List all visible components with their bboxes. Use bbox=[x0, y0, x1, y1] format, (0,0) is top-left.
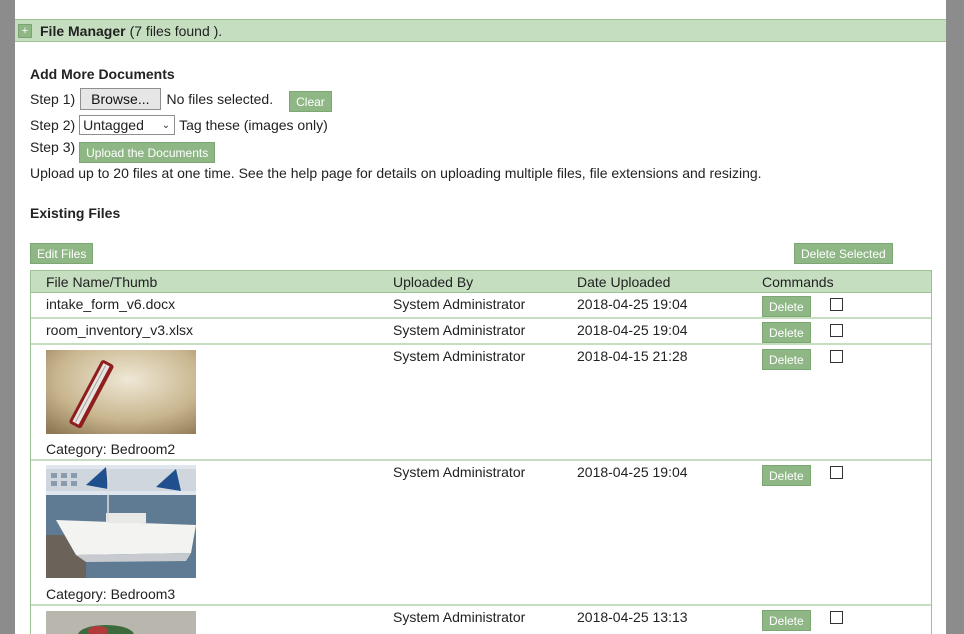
page: + File Manager (7 files found ). Add Mor… bbox=[15, 0, 946, 634]
thumbnail[interactable] bbox=[46, 611, 196, 634]
clear-button[interactable]: Clear bbox=[289, 91, 332, 112]
existing-files-heading: Existing Files bbox=[30, 205, 121, 221]
file-link[interactable]: intake_form_v6.docx bbox=[46, 296, 175, 312]
delete-button[interactable]: Delete bbox=[762, 349, 811, 370]
date-uploaded: 2018-04-25 13:13 bbox=[577, 609, 688, 625]
column-header: Uploaded By bbox=[393, 273, 474, 290]
uploaded-by: System Administrator bbox=[393, 296, 526, 312]
delete-selected-button[interactable]: Delete Selected bbox=[794, 243, 893, 264]
table-row: room_inventory_v3.xlsx System Administra… bbox=[31, 319, 931, 345]
table-row: intake_form_v6.docx System Administrator… bbox=[31, 293, 931, 319]
file-manager-header[interactable]: + File Manager (7 files found ). bbox=[15, 19, 946, 42]
top-strip bbox=[15, 0, 946, 19]
step3-label: Step 3) bbox=[30, 139, 76, 155]
step1-row: Step 1) Browse... No files selected. Cle… bbox=[30, 85, 332, 112]
date-uploaded: 2018-04-25 19:04 bbox=[577, 322, 688, 338]
column-header: Commands bbox=[762, 273, 834, 290]
table-row: System Administrator 2018-04-25 13:13 De… bbox=[31, 606, 931, 634]
table-row: Category: Bedroom2 System Administrator … bbox=[31, 345, 931, 461]
edit-files-button[interactable]: Edit Files bbox=[30, 243, 94, 264]
delete-button[interactable]: Delete bbox=[762, 465, 811, 486]
table-row: Category: Bedroom3 System Administrator … bbox=[31, 461, 931, 606]
date-uploaded: 2018-04-25 19:04 bbox=[577, 464, 688, 480]
thumbnail-category: Category: Bedroom3 bbox=[46, 586, 176, 602]
date-uploaded: 2018-04-15 21:28 bbox=[577, 348, 688, 364]
select-checkbox[interactable] bbox=[830, 324, 843, 337]
column-header: Date Uploaded bbox=[577, 273, 671, 290]
sailboat-thumbnail[interactable] bbox=[46, 465, 196, 578]
select-checkbox[interactable] bbox=[830, 298, 843, 311]
harmonica-thumbnail[interactable] bbox=[46, 350, 196, 434]
expand-toggle-icon[interactable]: + bbox=[18, 23, 32, 38]
step3-row: Step 3) Upload the Documents bbox=[30, 139, 216, 163]
tag-select-value: Untagged bbox=[83, 117, 144, 133]
file-count: (7 files found ). bbox=[129, 22, 223, 39]
add-documents-heading: Add More Documents bbox=[30, 66, 175, 82]
delete-button[interactable]: Delete bbox=[762, 296, 811, 317]
select-checkbox[interactable] bbox=[830, 466, 843, 479]
delete-button[interactable]: Delete bbox=[762, 610, 811, 631]
upload-documents-button[interactable]: Upload the Documents bbox=[79, 142, 216, 163]
tag-hint: Tag these (images only) bbox=[179, 117, 328, 133]
uploaded-by: System Administrator bbox=[393, 322, 526, 338]
uploaded-by: System Administrator bbox=[393, 464, 526, 480]
files-table: File Name/Thumb Uploaded By Date Uploade… bbox=[30, 270, 932, 634]
file-link[interactable]: room_inventory_v3.xlsx bbox=[46, 322, 193, 338]
uploaded-by: System Administrator bbox=[393, 348, 526, 364]
delete-button[interactable]: Delete bbox=[762, 322, 811, 343]
date-uploaded: 2018-04-25 19:04 bbox=[577, 296, 688, 312]
upload-help-text: Upload up to 20 files at one time. See t… bbox=[30, 165, 762, 181]
step2-label: Step 2) bbox=[30, 117, 76, 133]
thumbnail-category: Category: Bedroom2 bbox=[46, 441, 176, 457]
column-header: File Name/Thumb bbox=[46, 273, 158, 290]
file-manager-title: File Manager bbox=[40, 22, 126, 39]
step1-label: Step 1) bbox=[30, 90, 76, 107]
select-checkbox[interactable] bbox=[830, 350, 843, 363]
browse-button[interactable]: Browse... bbox=[80, 87, 161, 110]
select-checkbox[interactable] bbox=[830, 611, 843, 624]
tag-select[interactable]: Untagged ⌄ bbox=[79, 115, 176, 135]
chevron-down-icon: ⌄ bbox=[161, 119, 171, 131]
step2-row: Step 2) Untagged ⌄ Tag these (images onl… bbox=[30, 115, 328, 135]
uploaded-by: System Administrator bbox=[393, 609, 526, 625]
no-files-text: No files selected. bbox=[166, 90, 274, 107]
table-header: File Name/Thumb Uploaded By Date Uploade… bbox=[31, 271, 931, 293]
